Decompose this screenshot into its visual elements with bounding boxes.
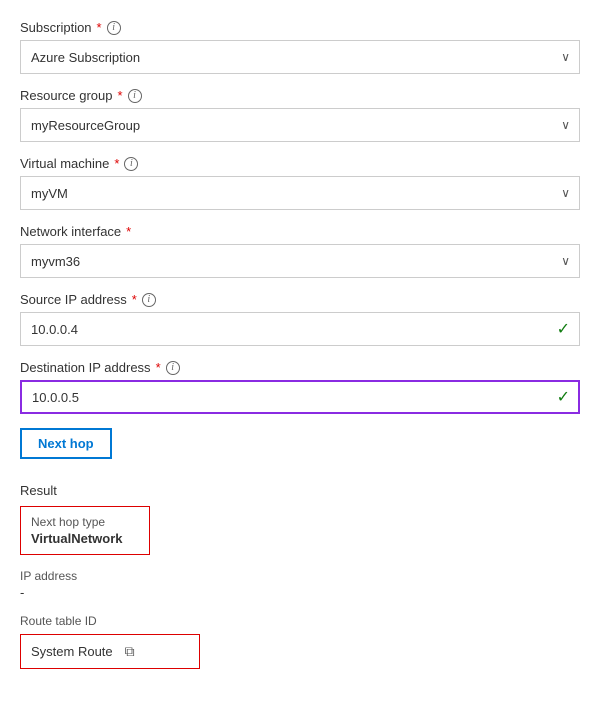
network-interface-label-text: Network interface (20, 224, 121, 239)
next-hop-button[interactable]: Next hop (20, 428, 112, 459)
source-ip-field: Source IP address * i ✓ (20, 292, 580, 346)
source-ip-input[interactable] (20, 312, 580, 346)
network-interface-select[interactable]: myvm36 (20, 244, 580, 278)
resource-group-label: Resource group * i (20, 88, 580, 103)
next-hop-type-value: VirtualNetwork (31, 531, 139, 546)
route-table-label: Route table ID (20, 614, 580, 628)
source-ip-input-wrapper: ✓ (20, 312, 580, 346)
source-ip-label: Source IP address * i (20, 292, 580, 307)
resource-group-info-icon[interactable]: i (128, 89, 142, 103)
subscription-select[interactable]: Azure Subscription (20, 40, 580, 74)
subscription-field: Subscription * i Azure Subscription ∨ (20, 20, 580, 74)
route-table-section: Route table ID System Route ⧉ (20, 614, 580, 669)
ip-address-value: - (20, 585, 580, 600)
source-ip-label-text: Source IP address (20, 292, 127, 307)
result-title: Result (20, 483, 580, 498)
route-table-card: System Route ⧉ (20, 634, 200, 669)
resource-group-field: Resource group * i myResourceGroup ∨ (20, 88, 580, 142)
resource-group-select-wrapper: myResourceGroup ∨ (20, 108, 580, 142)
destination-ip-input-wrapper: ✓ (20, 380, 580, 414)
destination-ip-input[interactable] (20, 380, 580, 414)
source-ip-info-icon[interactable]: i (142, 293, 156, 307)
virtual-machine-info-icon[interactable]: i (124, 157, 138, 171)
virtual-machine-field: Virtual machine * i myVM ∨ (20, 156, 580, 210)
network-interface-label: Network interface * (20, 224, 580, 239)
network-interface-required-star: * (126, 224, 131, 239)
destination-ip-check-icon: ✓ (557, 387, 570, 407)
virtual-machine-label: Virtual machine * i (20, 156, 580, 171)
destination-ip-field: Destination IP address * i ✓ (20, 360, 580, 414)
destination-ip-label-text: Destination IP address (20, 360, 151, 375)
destination-ip-required-star: * (156, 360, 161, 375)
network-interface-field: Network interface * myvm36 ∨ (20, 224, 580, 278)
virtual-machine-select[interactable]: myVM (20, 176, 580, 210)
subscription-select-wrapper: Azure Subscription ∨ (20, 40, 580, 74)
virtual-machine-label-text: Virtual machine (20, 156, 109, 171)
subscription-label-text: Subscription (20, 20, 92, 35)
result-section: Result Next hop type VirtualNetwork IP a… (20, 483, 580, 669)
source-ip-check-icon: ✓ (557, 319, 570, 339)
subscription-label: Subscription * i (20, 20, 580, 35)
ip-address-section: IP address - (20, 569, 580, 600)
resource-group-select[interactable]: myResourceGroup (20, 108, 580, 142)
route-table-value: System Route (31, 644, 113, 659)
virtual-machine-select-wrapper: myVM ∨ (20, 176, 580, 210)
resource-group-required-star: * (118, 88, 123, 103)
virtual-machine-required-star: * (114, 156, 119, 171)
next-hop-type-label: Next hop type (31, 515, 139, 529)
next-hop-type-card: Next hop type VirtualNetwork (20, 506, 150, 555)
subscription-info-icon[interactable]: i (107, 21, 121, 35)
copy-icon[interactable]: ⧉ (125, 643, 135, 660)
destination-ip-label: Destination IP address * i (20, 360, 580, 375)
resource-group-label-text: Resource group (20, 88, 113, 103)
source-ip-required-star: * (132, 292, 137, 307)
subscription-required-star: * (97, 20, 102, 35)
ip-address-label: IP address (20, 569, 580, 583)
network-interface-select-wrapper: myvm36 ∨ (20, 244, 580, 278)
destination-ip-info-icon[interactable]: i (166, 361, 180, 375)
